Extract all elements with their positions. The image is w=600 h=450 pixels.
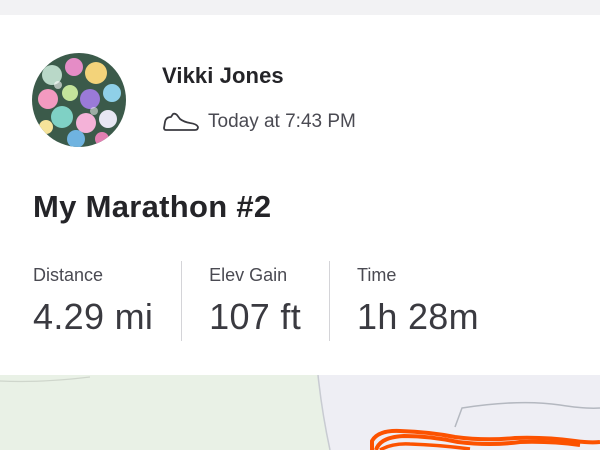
- activity-card[interactable]: Vikki Jones Today at 7:43 PM My Marathon…: [0, 15, 600, 375]
- running-shoe-icon: [163, 112, 199, 131]
- activity-timestamp: Today at 7:43 PM: [208, 111, 356, 132]
- route-map[interactable]: [0, 375, 600, 450]
- avatar[interactable]: [32, 53, 126, 147]
- stat-label: Distance: [33, 265, 104, 285]
- stat-distance: Distance 4.29 mi: [33, 261, 181, 341]
- stat-label: Elev Gain: [209, 265, 288, 285]
- stat-label: Time: [357, 265, 397, 285]
- athlete-name[interactable]: Vikki Jones: [162, 63, 284, 89]
- avatar-image: [32, 53, 126, 147]
- stat-value: 4.29 mi: [33, 296, 154, 337]
- stat-value: 1h 28m: [357, 296, 479, 337]
- stat-value: 107 ft: [209, 296, 302, 337]
- stats-row: Distance 4.29 mi Elev Gain 107 ft Time 1…: [33, 261, 507, 341]
- route-map-canvas: [0, 375, 600, 450]
- stat-time: Time 1h 28m: [329, 261, 507, 341]
- activity-title[interactable]: My Marathon #2: [33, 189, 271, 225]
- stat-elevation: Elev Gain 107 ft: [181, 261, 329, 341]
- activity-meta: Today at 7:43 PM: [162, 109, 356, 135]
- top-strip: [0, 0, 600, 15]
